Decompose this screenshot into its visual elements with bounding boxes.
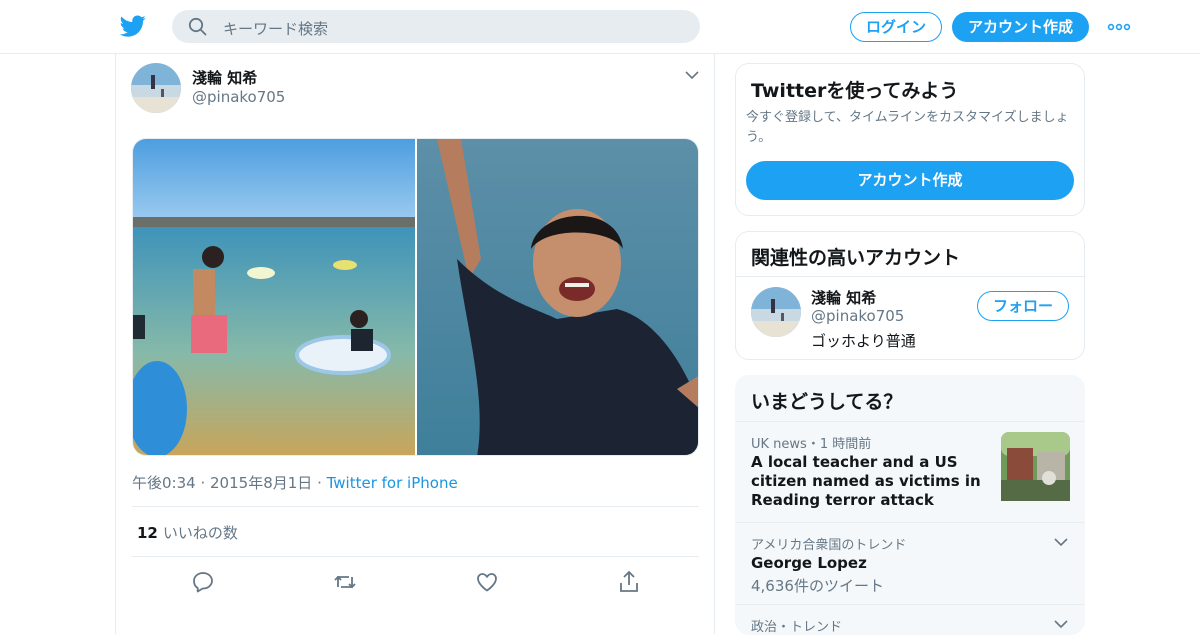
trend-thumbnail[interactable] <box>1001 432 1070 501</box>
trend-context: アメリカ合衆国のトレンド <box>751 538 907 553</box>
more-options-icon[interactable] <box>1107 22 1131 32</box>
likes-stat[interactable]: 12 いいねの数 <box>137 522 238 543</box>
trends-card: いまどうしてる？ UK news・1 時間前 A local teacher a… <box>735 375 1085 635</box>
signup-card-description: 今すぐ登録して、タイムラインをカスタマイズしましょう。 <box>746 110 1069 145</box>
trend-item[interactable]: アメリカ合衆国のトレンド George Lopez 4,636件のツイート <box>736 522 1084 604</box>
likes-label: いいねの数 <box>162 524 238 542</box>
divider <box>736 276 1084 277</box>
trend-tweet-count: 4,636件のツイート <box>751 577 884 595</box>
related-accounts-title: 関連性の高いアカウント <box>751 247 961 269</box>
related-account-avatar[interactable] <box>751 287 801 337</box>
divider <box>132 506 699 507</box>
create-account-button[interactable]: アカウント作成 <box>746 161 1074 200</box>
likes-count: 12 <box>137 524 158 542</box>
tweet-date[interactable]: 2015年8月1日 <box>210 474 312 492</box>
beach-photo[interactable] <box>133 139 415 456</box>
related-accounts-card: 関連性の高いアカウント 淺輪 知希 @pinako705 ゴッホより普通 フォロ… <box>735 231 1085 360</box>
reply-icon[interactable] <box>191 570 215 594</box>
like-heart-icon[interactable] <box>475 570 499 594</box>
chevron-down-icon[interactable] <box>1054 537 1068 547</box>
trend-item[interactable]: 政治・トレンド <box>736 604 1084 635</box>
tweet-detail: 淺輪 知希 @pinako705 午後0:34 · 2015年8月1日 · Tw… <box>115 54 715 634</box>
login-button[interactable]: ログイン <box>850 12 942 42</box>
author-handle[interactable]: @pinako705 <box>192 88 285 106</box>
twitter-bird-icon[interactable] <box>119 13 147 39</box>
separator-dot: · <box>317 474 327 492</box>
search-field[interactable]: キーワード検索 <box>172 10 700 43</box>
trend-title: George Lopez <box>751 554 867 572</box>
trend-context: UK news・1 時間前 <box>751 437 872 452</box>
search-placeholder: キーワード検索 <box>223 20 329 38</box>
related-account-handle[interactable]: @pinako705 <box>811 307 904 325</box>
divider <box>132 556 699 557</box>
related-account-name[interactable]: 淺輪 知希 <box>811 287 876 308</box>
trend-title: A local teacher and a US citizen named a… <box>751 453 981 509</box>
retweet-icon[interactable] <box>333 570 357 594</box>
signup-card-title: Twitterを使ってみよう <box>751 80 959 102</box>
top-navigation-bar: キーワード検索 ログイン アカウント作成 <box>0 0 1200 54</box>
share-icon[interactable] <box>617 570 641 594</box>
author-name[interactable]: 淺輪 知希 <box>192 67 257 88</box>
smiling-swimmer-photo[interactable] <box>417 139 699 456</box>
follow-button[interactable]: フォロー <box>977 291 1069 321</box>
author-avatar[interactable] <box>131 63 181 113</box>
trend-item[interactable]: UK news・1 時間前 A local teacher and a US c… <box>736 421 1084 522</box>
signup-button[interactable]: アカウント作成 <box>952 12 1089 42</box>
trend-context: 政治・トレンド <box>751 620 843 635</box>
search-icon <box>188 17 207 36</box>
tweet-source-link[interactable]: Twitter for iPhone <box>327 474 458 492</box>
trends-title: いまどうしてる？ <box>751 391 903 413</box>
chevron-down-icon[interactable] <box>685 70 699 80</box>
tweet-media[interactable] <box>132 138 699 456</box>
tweet-timestamp: 午後0:34 · 2015年8月1日 · Twitter for iPhone <box>132 472 458 493</box>
separator-dot: · <box>200 474 211 492</box>
chevron-down-icon[interactable] <box>1054 619 1068 629</box>
tweet-time[interactable]: 午後0:34 <box>132 474 196 492</box>
related-account-bio: ゴッホより普通 <box>811 332 916 350</box>
signup-card: Twitterを使ってみよう 今すぐ登録して、タイムラインをカスタマイズしましょ… <box>735 63 1085 216</box>
